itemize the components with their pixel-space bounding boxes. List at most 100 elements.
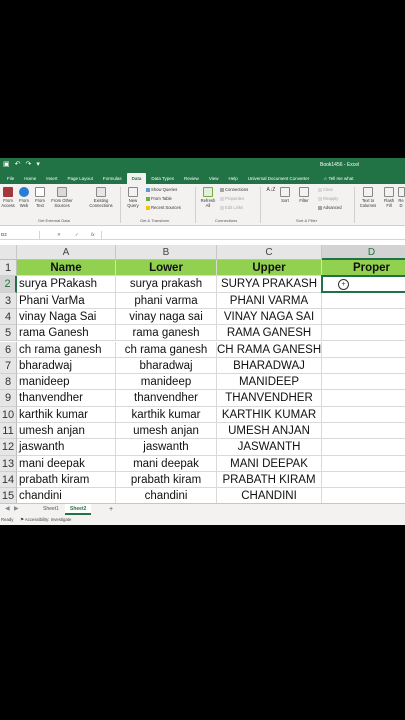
- enter-icon[interactable]: ✓: [75, 231, 79, 239]
- table-cell[interactable]: rama ganesh: [116, 325, 217, 342]
- tab-file[interactable]: File: [2, 173, 19, 184]
- header-cell-name[interactable]: Name: [17, 260, 116, 277]
- row-header-11[interactable]: 11: [0, 423, 17, 440]
- table-cell[interactable]: jaswanth: [116, 439, 217, 456]
- table-cell[interactable]: phani varma: [116, 292, 217, 309]
- table-cell[interactable]: rama Ganesh: [17, 325, 116, 342]
- table-cell[interactable]: thanvendher: [116, 390, 217, 407]
- table-cell[interactable]: [322, 390, 405, 407]
- tab-help[interactable]: Help: [224, 173, 243, 184]
- table-cell[interactable]: bharadwaj: [116, 357, 217, 375]
- name-box[interactable]: D2: [0, 231, 40, 239]
- table-cell[interactable]: RAMA GANESH: [217, 325, 322, 342]
- table-cell[interactable]: [322, 439, 405, 456]
- text-to-columns-button[interactable]: Text to Columns: [357, 187, 379, 208]
- next-sheet-icon[interactable]: ▶: [14, 504, 19, 515]
- table-cell[interactable]: umesh anjan: [116, 423, 217, 440]
- table-cell[interactable]: [322, 374, 405, 391]
- table-cell[interactable]: karthik kumar: [17, 406, 116, 423]
- tab-view[interactable]: View: [204, 173, 224, 184]
- advanced-button[interactable]: Advanced: [318, 205, 342, 210]
- accessibility-status[interactable]: ⚑ Accessibility: Investigate: [20, 515, 71, 525]
- table-cell[interactable]: [322, 293, 405, 309]
- clear-button[interactable]: Clear: [318, 187, 333, 192]
- table-cell[interactable]: UMESH ANJAN: [217, 423, 322, 440]
- table-cell[interactable]: MANIDEEP: [217, 374, 322, 391]
- show-queries-button[interactable]: Show Queries: [146, 187, 177, 192]
- undo-icon[interactable]: ↶: [15, 161, 21, 169]
- table-cell[interactable]: surya prakash: [116, 276, 217, 293]
- from-other-sources-button[interactable]: From Other Sources: [50, 187, 74, 208]
- table-cell[interactable]: [322, 472, 405, 489]
- table-cell[interactable]: ch rama ganesh: [17, 341, 116, 358]
- formula-input[interactable]: [101, 231, 405, 239]
- row-header-12[interactable]: 12: [0, 439, 17, 456]
- row-header-13[interactable]: 13: [0, 455, 17, 472]
- table-cell[interactable]: manideep: [17, 374, 116, 391]
- add-sheet-icon[interactable]: +: [104, 504, 118, 515]
- from-access-button[interactable]: From Access: [1, 187, 15, 208]
- refresh-all-button[interactable]: Refresh All: [199, 187, 217, 208]
- from-text-button[interactable]: From Text: [33, 187, 47, 208]
- row-header-14[interactable]: 14: [0, 471, 17, 489]
- table-cell[interactable]: prabath kiram: [17, 471, 116, 489]
- cancel-icon[interactable]: ✕: [57, 231, 61, 239]
- table-cell[interactable]: JASWANTH: [217, 439, 322, 456]
- column-header-b[interactable]: B: [116, 245, 217, 260]
- row-header-1[interactable]: 1: [0, 260, 17, 277]
- row-header-8[interactable]: 8: [0, 374, 17, 391]
- column-header-a[interactable]: A: [17, 245, 116, 260]
- row-header-7[interactable]: 7: [0, 357, 17, 375]
- table-cell[interactable]: [322, 358, 405, 375]
- from-table-button[interactable]: From Table: [146, 196, 172, 201]
- table-cell[interactable]: thanvendher: [17, 390, 116, 407]
- filter-button[interactable]: Filter: [297, 187, 311, 203]
- tab-formulas[interactable]: Formulas: [98, 173, 127, 184]
- table-cell[interactable]: vinay naga sai: [116, 308, 217, 326]
- table-cell[interactable]: surya PRakash: [17, 276, 116, 293]
- insert-function-icon[interactable]: fx: [91, 231, 95, 239]
- table-cell[interactable]: [322, 342, 405, 358]
- active-cell-d2[interactable]: [321, 275, 405, 293]
- tab-insert[interactable]: Insert: [41, 173, 62, 184]
- tab-data-types[interactable]: Data Types: [146, 173, 179, 184]
- tab-review[interactable]: Review: [179, 173, 204, 184]
- table-cell[interactable]: VINAY NAGA SAI: [217, 308, 322, 326]
- table-cell[interactable]: manideep: [116, 374, 217, 391]
- prev-sheet-icon[interactable]: ◀: [5, 504, 10, 515]
- table-cell[interactable]: CH RAMA GANESH: [217, 341, 322, 358]
- table-cell[interactable]: [322, 309, 405, 326]
- table-cell[interactable]: [322, 423, 405, 440]
- row-header-6[interactable]: 6: [0, 341, 17, 358]
- table-cell[interactable]: PHANI VARMA: [217, 292, 322, 309]
- table-cell[interactable]: SURYA PRAKASH: [217, 276, 322, 293]
- table-cell[interactable]: MANI DEEPAK: [217, 455, 322, 472]
- row-header-4[interactable]: 4: [0, 308, 17, 326]
- table-cell[interactable]: mani deepak: [17, 455, 116, 472]
- table-cell[interactable]: karthik kumar: [116, 406, 217, 423]
- tab-universal-document-converter[interactable]: Universal Document Converter: [243, 173, 315, 184]
- reapply-button[interactable]: Reapply: [318, 196, 338, 201]
- flash-fill-button[interactable]: Flash Fill: [383, 187, 395, 208]
- tab-page-layout[interactable]: Page Layout: [63, 173, 98, 184]
- table-cell[interactable]: KARTHIK KUMAR: [217, 406, 322, 423]
- existing-connections-button[interactable]: Existing Connections: [84, 187, 118, 208]
- table-cell[interactable]: [322, 407, 405, 423]
- header-cell-upper[interactable]: Upper: [217, 260, 322, 277]
- table-cell[interactable]: PRABATH KIRAM: [217, 471, 322, 489]
- table-cell[interactable]: bharadwaj: [17, 357, 116, 375]
- properties-button[interactable]: Properties: [220, 196, 244, 201]
- select-all-corner[interactable]: [0, 245, 17, 260]
- table-cell[interactable]: THANVENDHER: [217, 390, 322, 407]
- column-header-c[interactable]: C: [217, 245, 322, 260]
- remove-duplicates-button[interactable]: Re D: [397, 187, 405, 208]
- table-cell[interactable]: mani deepak: [116, 455, 217, 472]
- table-cell[interactable]: jaswanth: [17, 439, 116, 456]
- sort-az-button[interactable]: A↓Z: [264, 187, 278, 193]
- table-cell[interactable]: prabath kiram: [116, 471, 217, 489]
- row-header-5[interactable]: 5: [0, 325, 17, 342]
- recent-sources-button[interactable]: Recent Sources: [146, 205, 181, 210]
- sort-button[interactable]: Sort: [278, 187, 292, 203]
- customize-icon[interactable]: ▾: [36, 161, 40, 169]
- table-cell[interactable]: Phani VarMa: [17, 292, 116, 309]
